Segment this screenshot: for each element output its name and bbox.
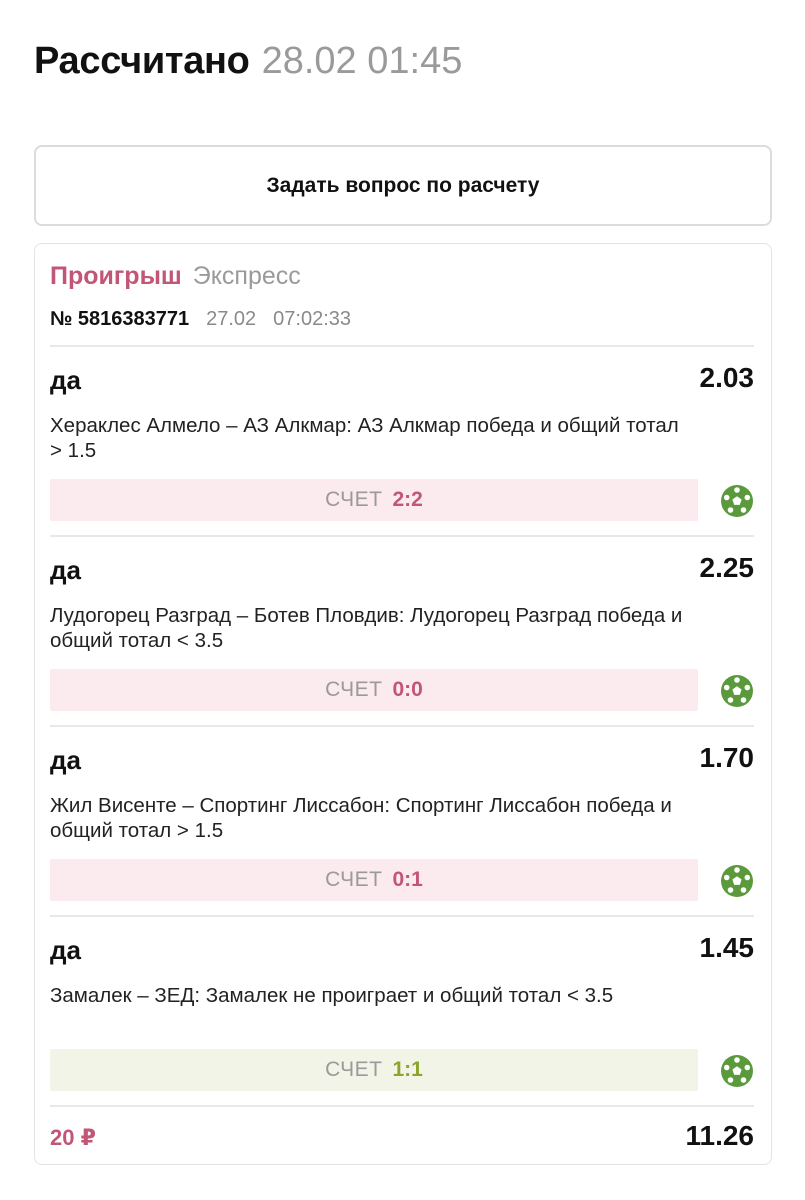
- page-header: Рассчитано 28.02 01:45: [34, 40, 462, 84]
- bet-card: Проигрыш Экспресс № 5816383771 27.02 07:…: [34, 243, 772, 1165]
- event-score-bar: СЧЕТ 0:1: [50, 859, 698, 901]
- bet-result: Проигрыш: [50, 262, 182, 290]
- score-value: 0:0: [392, 678, 423, 701]
- bet-total-odd: 11.26: [685, 1120, 754, 1151]
- bet-stake: 20 ₽: [50, 1125, 96, 1150]
- event-odd: 1.70: [699, 742, 755, 773]
- soccer-ball-icon: [721, 485, 753, 517]
- bet-event: да 1.70 Жил Висенте – Спортинг Лиссабон:…: [50, 727, 754, 917]
- event-description: Хераклес Алмело – АЗ Алкмар: АЗ Алкмар п…: [50, 414, 679, 462]
- event-pick: да: [50, 555, 81, 585]
- bet-total-row: 20 ₽ 11.26: [50, 1120, 754, 1156]
- event-odd: 1.45: [699, 932, 755, 963]
- score-label: СЧЕТ: [325, 868, 383, 891]
- score-label: СЧЕТ: [325, 1058, 383, 1081]
- event-description: Лудогорец Разград – Ботев Пловдив: Лудог…: [50, 604, 683, 652]
- event-odd: 2.25: [699, 552, 755, 583]
- settlement-status: Рассчитано: [34, 40, 250, 82]
- bet-type: Экспресс: [192, 262, 301, 290]
- event-pick: да: [50, 365, 81, 395]
- bet-result-line: Проигрыш Экспресс: [50, 262, 754, 291]
- event-description: Замалек – ЗЕД: Замалек не проиграет и об…: [50, 984, 614, 1007]
- event-odd: 2.03: [699, 362, 755, 393]
- score-value: 0:1: [392, 868, 423, 891]
- ask-question-button[interactable]: Задать вопрос по расчету: [34, 145, 772, 226]
- soccer-ball-icon: [721, 1055, 753, 1087]
- bet-meta: № 5816383771 27.02 07:02:33: [50, 308, 754, 331]
- score-label: СЧЕТ: [325, 678, 383, 701]
- soccer-ball-icon: [721, 865, 753, 897]
- bet-event: да 2.25 Лудогорец Разград – Ботев Пловди…: [50, 537, 754, 727]
- bet-number: № 5816383771: [50, 308, 190, 330]
- event-score-bar: СЧЕТ 1:1: [50, 1049, 698, 1091]
- soccer-ball-icon: [721, 675, 753, 707]
- score-label: СЧЕТ: [325, 488, 383, 511]
- event-pick: да: [50, 935, 81, 965]
- event-pick: да: [50, 745, 81, 775]
- bet-date: 27.02: [206, 308, 257, 330]
- score-value: 1:1: [392, 1058, 423, 1081]
- event-score-bar: СЧЕТ 0:0: [50, 669, 698, 711]
- event-description: Жил Висенте – Спортинг Лиссабон: Спортин…: [50, 794, 672, 842]
- event-score-bar: СЧЕТ 2:2: [50, 479, 698, 521]
- bet-summary: Проигрыш Экспресс № 5816383771 27.02 07:…: [50, 262, 754, 331]
- bet-event: да 1.45 Замалек – ЗЕД: Замалек не проигр…: [50, 917, 754, 1107]
- bet-time: 07:02:33: [273, 308, 352, 330]
- settlement-datetime: 28.02 01:45: [261, 40, 463, 82]
- score-value: 2:2: [392, 488, 423, 511]
- bet-event: да 2.03 Хераклес Алмело – АЗ Алкмар: АЗ …: [50, 347, 754, 537]
- divider: [50, 1105, 754, 1107]
